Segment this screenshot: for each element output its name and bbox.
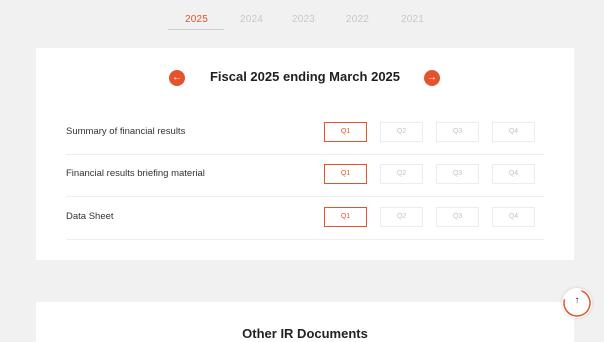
section-title: Other IR Documents: [242, 326, 368, 341]
fiscal-year-title: Fiscal 2025 ending March 2025: [209, 69, 401, 84]
scroll-to-top-button[interactable]: ↑: [562, 288, 592, 318]
q1-button[interactable]: Q1: [324, 122, 367, 142]
q2-button[interactable]: Q2: [380, 122, 423, 142]
arrow-left-icon: ←: [172, 72, 182, 83]
other-ir-documents-card: Other IR Documents: [36, 302, 574, 342]
q3-button[interactable]: Q3: [436, 164, 479, 184]
next-year-button[interactable]: →: [424, 70, 440, 86]
arrow-up-icon: ↑: [574, 295, 580, 306]
year-tab-2024[interactable]: 2024: [240, 14, 263, 25]
fiscal-year-header: ← Fiscal 2025 ending March 2025 →: [36, 68, 574, 88]
active-year-underline: [168, 29, 224, 30]
q1-button[interactable]: Q1: [324, 207, 367, 227]
year-tab-2023[interactable]: 2023: [292, 14, 315, 25]
q4-button[interactable]: Q4: [492, 122, 535, 142]
q4-button[interactable]: Q4: [492, 207, 535, 227]
document-row-summary: Summary of financial results Q1 Q2 Q3 Q4: [66, 112, 544, 155]
document-label: Summary of financial results: [66, 126, 186, 137]
document-row-data-sheet: Data Sheet Q1 Q2 Q3 Q4: [66, 197, 544, 240]
q1-button[interactable]: Q1: [324, 164, 367, 184]
document-row-briefing: Financial results briefing material Q1 Q…: [66, 154, 544, 197]
year-tabs: 2025 2024 2023 2022 2021: [0, 0, 604, 30]
document-label: Data Sheet: [66, 211, 114, 222]
q4-button[interactable]: Q4: [492, 164, 535, 184]
year-tab-2021[interactable]: 2021: [401, 14, 424, 25]
document-label: Financial results briefing material: [66, 168, 205, 179]
year-tab-2025[interactable]: 2025: [185, 14, 208, 25]
fiscal-documents-card: ← Fiscal 2025 ending March 2025 → Summar…: [36, 48, 574, 260]
year-tab-2022[interactable]: 2022: [346, 14, 369, 25]
q3-button[interactable]: Q3: [436, 122, 479, 142]
q2-button[interactable]: Q2: [380, 207, 423, 227]
previous-year-button[interactable]: ←: [169, 70, 185, 86]
q2-button[interactable]: Q2: [380, 164, 423, 184]
arrow-right-icon: →: [427, 72, 437, 83]
q3-button[interactable]: Q3: [436, 207, 479, 227]
